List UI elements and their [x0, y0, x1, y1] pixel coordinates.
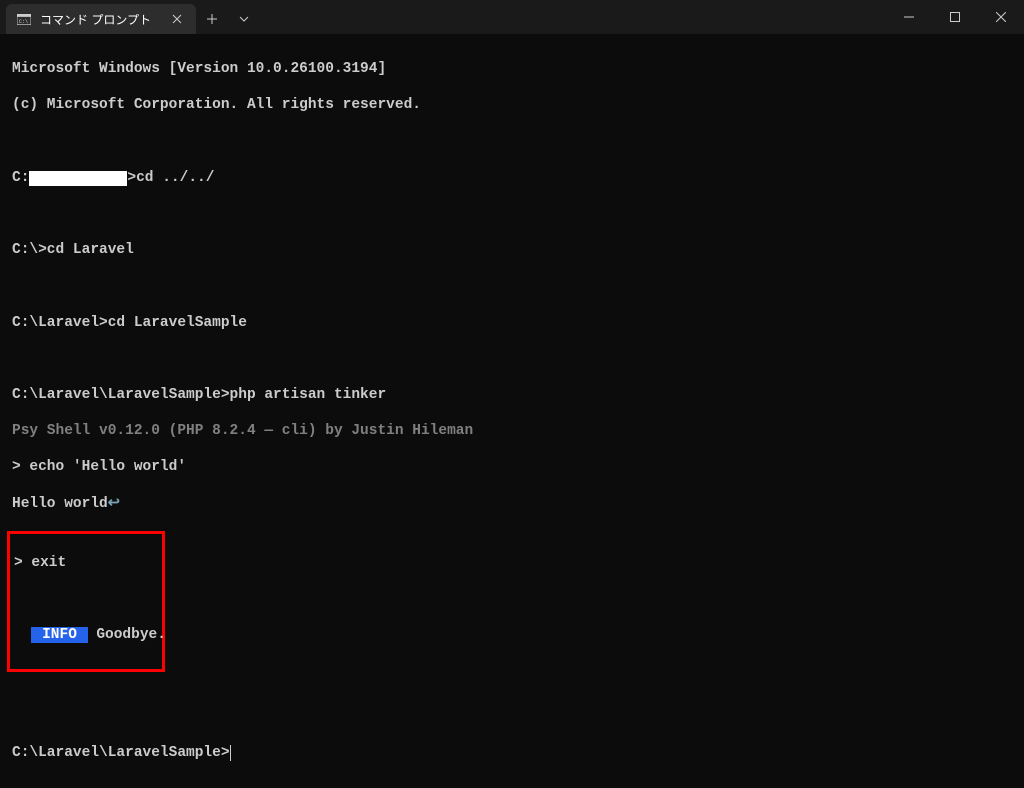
blank-line: [12, 672, 1012, 690]
prompt-line: C:\Laravel>cd LaravelSample: [12, 314, 1012, 332]
tab-dropdown-button[interactable]: [228, 4, 260, 34]
return-arrow-icon: ↩: [108, 496, 120, 512]
prompt-line: C:\Laravel\LaravelSample>php artisan tin…: [12, 386, 1012, 404]
output-line: Psy Shell v0.12.0 (PHP 8.2.4 — cli) by J…: [12, 422, 1012, 440]
tab-title: コマンド プロンプト: [40, 11, 160, 28]
blank-line: [12, 350, 1012, 368]
info-badge: INFO: [31, 627, 87, 643]
output-line: INFO Goodbye.: [14, 626, 158, 644]
new-tab-button[interactable]: [196, 4, 228, 34]
tinker-input: > exit: [14, 554, 158, 572]
active-tab[interactable]: C:\ コマンド プロンプト: [6, 4, 196, 34]
redacted-path: [29, 171, 127, 186]
titlebar: C:\ コマンド プロンプト: [0, 0, 1024, 34]
minimize-button[interactable]: [886, 0, 932, 34]
blank-line: [14, 590, 158, 608]
cmd-icon: C:\: [16, 11, 32, 27]
tab-close-button[interactable]: [168, 10, 186, 28]
svg-text:C:\: C:\: [19, 19, 28, 25]
prompt-line: C:\Laravel\LaravelSample>: [12, 744, 1012, 762]
output-line: Microsoft Windows [Version 10.0.26100.31…: [12, 60, 1012, 78]
maximize-button[interactable]: [932, 0, 978, 34]
blank-line: [12, 133, 1012, 151]
prompt-line: C:\>cd Laravel: [12, 241, 1012, 259]
output-line: (c) Microsoft Corporation. All rights re…: [12, 96, 1012, 114]
tinker-input: > echo 'Hello world': [12, 458, 1012, 476]
highlight-annotation: > exit INFO Goodbye.: [7, 531, 165, 672]
cursor: [230, 745, 231, 761]
blank-line: [12, 277, 1012, 295]
terminal-content[interactable]: Microsoft Windows [Version 10.0.26100.31…: [0, 34, 1024, 788]
tab-area: C:\ コマンド プロンプト: [0, 0, 260, 34]
prompt-line: C:>cd ../../: [12, 169, 1012, 187]
window-controls: [886, 0, 1024, 34]
blank-line: [12, 708, 1012, 726]
close-button[interactable]: [978, 0, 1024, 34]
output-line: Hello world↩: [12, 495, 1012, 513]
blank-line: [12, 205, 1012, 223]
